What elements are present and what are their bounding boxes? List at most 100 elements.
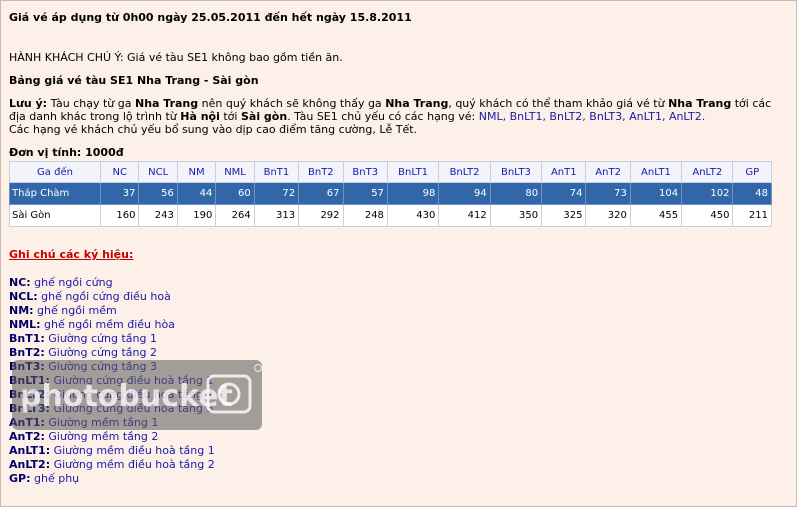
- note-station-5: Sài gòn: [240, 110, 288, 123]
- fare-cell: 190: [176, 204, 217, 227]
- fare-cell: 72: [253, 182, 300, 205]
- column-header[interactable]: NC: [99, 161, 140, 183]
- legend-item: BnLT2: Giường cứng điều hoà tầng 2: [9, 388, 784, 402]
- fare-cell: 264: [215, 204, 255, 227]
- legend-desc: ghế ngồi cứng: [30, 276, 113, 289]
- legend-code: BnLT1:: [9, 374, 50, 387]
- note-text-2: nên quý khách sẽ không thấy ga: [198, 97, 386, 110]
- column-header[interactable]: AnLT1: [629, 161, 683, 183]
- table-row-sai-gon[interactable]: Sài Gòn 160 243 190 264 313 292 248 430 …: [9, 204, 772, 227]
- legend-desc: Giường mềm tầng 1: [44, 416, 159, 429]
- fare-cell: 211: [732, 204, 772, 227]
- legend-item: BnT3: Giường cứng tầng 3: [9, 360, 784, 374]
- fare-cell: 104: [629, 182, 683, 205]
- legend-code: BnT1:: [9, 332, 45, 345]
- note-text-3: , quý khách có thể tham khảo giá vé từ: [448, 97, 669, 110]
- legend-code: AnLT1:: [9, 444, 51, 457]
- fare-cell: 412: [438, 204, 491, 227]
- fare-cell: 80: [489, 182, 543, 205]
- route-note: Lưu ý: Tàu chạy từ ga Nha Trang nên quý …: [9, 97, 784, 136]
- legend-desc: Giường cứng tầng 2: [44, 346, 157, 359]
- legend-desc: Giường cứng điều hoà tầng 2: [49, 388, 214, 401]
- legend-list: NC: ghế ngồi cứng NCL: ghế ngồi cứng điề…: [9, 276, 784, 486]
- column-header[interactable]: BnLT2: [438, 161, 491, 183]
- fare-cell: 37: [99, 182, 140, 205]
- legend-item: NCL: ghế ngồi cứng điều hoà: [9, 290, 784, 304]
- fare-cell: 350: [489, 204, 543, 227]
- column-header[interactable]: NCL: [138, 161, 178, 183]
- legend-desc: Giường cứng điều hoà tầng 1: [49, 374, 214, 387]
- station-cell: Tháp Chàm: [9, 182, 101, 205]
- note-text-5: tới: [219, 110, 241, 123]
- legend-desc: Giường mềm điều hoà tầng 2: [50, 458, 215, 471]
- legend-desc: ghế ngồi cứng điều hoà: [37, 290, 171, 303]
- fare-cell: 160: [99, 204, 140, 227]
- legend-item: BnLT3: Giường cứng điều hoà tầng 3: [9, 402, 784, 416]
- unit-label: Đơn vị tính: 1000đ: [9, 146, 124, 159]
- legend-item: BnT2: Giường cứng tầng 2: [9, 346, 784, 360]
- column-header[interactable]: NML: [215, 161, 255, 183]
- legend-code: NML:: [9, 318, 41, 331]
- legend-code: AnLT2:: [9, 458, 51, 471]
- column-header[interactable]: AnLT2: [681, 161, 734, 183]
- legend-item: NML: ghế ngồi mềm điều hòa: [9, 318, 784, 332]
- legend-item: NM: ghế ngồi mềm: [9, 304, 784, 318]
- fare-cell: 73: [585, 182, 631, 205]
- column-header[interactable]: AnT1: [541, 161, 587, 183]
- column-header[interactable]: BnT3: [342, 161, 388, 183]
- legend-code: BnT3:: [9, 360, 45, 373]
- table-row-thap-cham[interactable]: Tháp Chàm 37 56 44 60 72 67 57 98 94 80 …: [9, 182, 772, 205]
- passenger-notice: HÀNH KHÁCH CHÚ Ý: Giá vé tàu SE1 không b…: [9, 51, 343, 64]
- column-header[interactable]: AnT2: [585, 161, 631, 183]
- legend-item: AnLT1: Giường mềm điều hoà tầng 1: [9, 444, 784, 458]
- legend-desc: ghế ngồi mềm điều hòa: [40, 318, 175, 331]
- fare-cell: 248: [342, 204, 388, 227]
- legend-desc: ghế ngồi mềm: [33, 304, 117, 317]
- legend-code: BnLT2:: [9, 388, 50, 401]
- fare-table: Ga đến NC NCL NM NML BnT1 BnT2 BnT3 BnLT…: [9, 161, 772, 227]
- legend-code: NCL:: [9, 290, 38, 303]
- fare-cell: 44: [176, 182, 217, 205]
- fare-cell: 74: [541, 182, 587, 205]
- column-header[interactable]: Ga đến: [9, 161, 101, 183]
- column-header[interactable]: BnLT3: [489, 161, 543, 183]
- fare-cell: 455: [629, 204, 683, 227]
- legend-code: AnT2:: [9, 430, 45, 443]
- fare-cell: 56: [138, 182, 178, 205]
- note-station-4: Hà nội: [180, 110, 220, 123]
- station-cell: Sài Gòn: [9, 204, 101, 227]
- column-header[interactable]: GP: [732, 161, 772, 183]
- legend-title: Ghi chú các ký hiệu:: [9, 248, 134, 261]
- note-station-1: Nha Trang: [135, 97, 199, 110]
- column-header[interactable]: BnT2: [298, 161, 344, 183]
- fare-cell: 243: [138, 204, 178, 227]
- legend-code: BnLT3:: [9, 402, 50, 415]
- note-text-1: Tàu chạy từ ga: [47, 97, 135, 110]
- note-text-6: . Tàu SE1 chủ yếu có các hạng vé:: [287, 110, 479, 123]
- fare-cell: 98: [386, 182, 440, 205]
- legend-desc: ghế phụ: [30, 472, 80, 485]
- column-header[interactable]: BnT1: [253, 161, 300, 183]
- column-header[interactable]: NM: [176, 161, 217, 183]
- legend-item: AnT1: Giường mềm tầng 1: [9, 416, 784, 430]
- fare-cell: 57: [342, 182, 388, 205]
- legend-code: NM:: [9, 304, 34, 317]
- note-station-2: Nha Trang: [385, 97, 449, 110]
- legend-item: GP: ghế phụ: [9, 472, 784, 486]
- legend-code: BnT2:: [9, 346, 45, 359]
- legend-code: NC:: [9, 276, 31, 289]
- validity-headline: Giá vé áp dụng từ 0h00 ngày 25.05.2011 đ…: [9, 11, 412, 24]
- legend-desc: Giường mềm điều hoà tầng 1: [50, 444, 215, 457]
- legend-desc: Giường cứng tầng 1: [44, 332, 157, 345]
- legend-item: AnLT2: Giường mềm điều hoà tầng 2: [9, 458, 784, 472]
- note-station-3: Nha Trang: [668, 97, 732, 110]
- fare-cell: 48: [732, 182, 772, 205]
- fare-table-title: Bảng giá vé tàu SE1 Nha Trang - Sài gòn: [9, 74, 259, 87]
- page-content: Giá vé áp dụng từ 0h00 ngày 25.05.2011 đ…: [9, 11, 784, 486]
- column-header[interactable]: BnLT1: [386, 161, 440, 183]
- fare-cell: 67: [298, 182, 344, 205]
- legend-item: BnT1: Giường cứng tầng 1: [9, 332, 784, 346]
- legend-code: GP:: [9, 472, 31, 485]
- legend-item: BnLT1: Giường cứng điều hoà tầng 1: [9, 374, 784, 388]
- fare-cell: 292: [298, 204, 344, 227]
